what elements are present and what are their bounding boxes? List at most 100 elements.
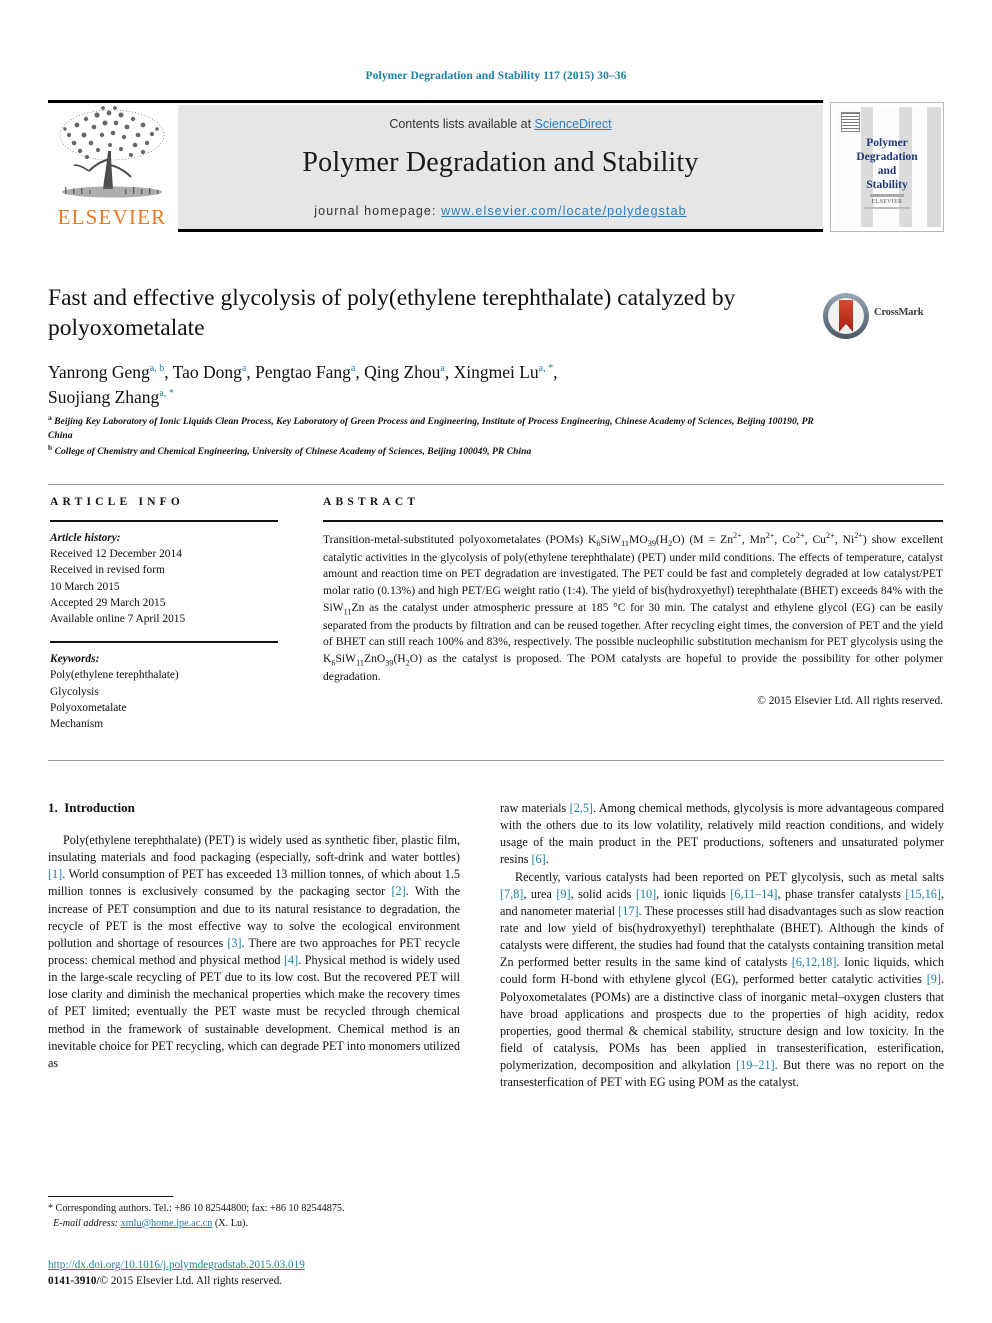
title-area: Fast and effective glycolysis of poly(et… <box>48 283 808 410</box>
footnote-email-link[interactable]: xmlu@home.ipe.ac.cn <box>121 1218 213 1229</box>
article-info-column: ARTICLE INFO Article history: Received 1… <box>50 496 278 732</box>
abstract-column: ABSTRACT Transition-metal-substituted po… <box>323 496 943 707</box>
affiliation-mark: b <box>48 443 53 452</box>
journal-homepage-line: journal homepage: www.elsevier.com/locat… <box>178 204 823 218</box>
abstract-text: Transition-metal-substituted polyoxometa… <box>323 531 944 683</box>
section-title: Introduction <box>64 800 135 815</box>
contents-available-line: Contents lists available at ScienceDirec… <box>178 117 823 131</box>
citation-ref[interactable]: [6] <box>531 852 545 866</box>
citation-ref[interactable]: [9] <box>927 972 941 986</box>
author-list: Yanrong Genga, b, Tao Donga, Pengtao Fan… <box>48 362 558 407</box>
cover-title: Polymer Degradation and Stability <box>835 136 939 192</box>
issn-copyright: © 2015 Elsevier Ltd. All rights reserved… <box>99 1274 283 1287</box>
elsevier-tree-icon <box>59 106 165 198</box>
body-column-left: 1. Introduction Poly(ethylene terephthal… <box>48 800 460 1072</box>
journal-homepage-link[interactable]: www.elsevier.com/locate/polydegstab <box>441 204 687 218</box>
citation-ref[interactable]: [3] <box>227 936 241 950</box>
author-name: Pengtao Fang <box>255 362 351 383</box>
page-title: Fast and effective glycolysis of poly(et… <box>48 285 736 342</box>
citation-ref[interactable]: [6,11–14] <box>730 887 777 901</box>
crossmark-icon[interactable] <box>822 292 870 340</box>
elsevier-wordmark: ELSEVIER <box>57 205 167 229</box>
doi-link[interactable]: http://dx.doi.org/10.1016/j.polymdegrads… <box>48 1259 305 1271</box>
contents-banner: Contents lists available at ScienceDirec… <box>178 105 823 232</box>
info-band-bottom-rule <box>48 760 944 761</box>
abstract-copyright: © 2015 Elsevier Ltd. All rights reserved… <box>757 695 943 708</box>
footnote-corresponding: Corresponding authors. Tel.: +86 10 8254… <box>55 1203 345 1214</box>
article-info-heading: ARTICLE INFO <box>50 496 185 508</box>
footnote-star: * <box>48 1203 53 1214</box>
journal-masthead: ELSEVIER Contents lists available at Sci… <box>48 100 944 232</box>
author-affil-mark: a, * <box>538 363 554 375</box>
history-item: Received in revised form <box>50 564 165 577</box>
citation-ref[interactable]: [19–21] <box>736 1058 775 1072</box>
intro-paragraph-1: Poly(ethylene terephthalate) (PET) is wi… <box>48 833 460 1070</box>
cover-footer-rule <box>870 194 904 197</box>
citation-ref[interactable]: [1] <box>48 867 62 881</box>
citation-ref[interactable]: [4] <box>284 953 298 967</box>
article-info-rule <box>50 520 278 522</box>
issn-copyright-line: 0141-3910/© 2015 Elsevier Ltd. All right… <box>48 1274 548 1290</box>
affiliations: a Beijing Key Laboratory of Ionic Liquid… <box>48 413 838 459</box>
author-name: Tao Dong <box>172 362 242 383</box>
affiliation-text: College of Chemistry and Chemical Engine… <box>54 446 532 458</box>
info-band-top-rule <box>48 484 944 485</box>
keyword-item: Glycolysis <box>50 685 99 698</box>
body-column-right: raw materials [2,5]. Among chemical meth… <box>500 800 944 1091</box>
cover-title-line: and <box>877 165 897 178</box>
footnote-email-owner: (X. Lu). <box>214 1217 248 1229</box>
keyword-item: Poly(ethylene terephthalate) <box>50 669 179 682</box>
running-head: Polymer Degradation and Stability 117 (2… <box>365 70 627 82</box>
history-item: Received 12 December 2014 <box>50 548 182 561</box>
history-item: 10 March 2015 <box>50 580 120 593</box>
cover-mini-logo-icon <box>841 112 860 132</box>
article-history-label: Article history: <box>50 532 121 544</box>
author-name: Yanrong Geng <box>48 362 150 383</box>
history-item: Accepted 29 March 2015 <box>50 596 166 609</box>
citation-ref[interactable]: [7,8] <box>500 887 523 901</box>
elsevier-logo: ELSEVIER <box>48 105 176 232</box>
article-history: Article history: Received 12 December 20… <box>50 530 278 627</box>
cover-title-line: Polymer <box>866 137 908 149</box>
sciencedirect-link[interactable]: ScienceDirect <box>535 117 612 131</box>
citation-ref[interactable]: [2,5] <box>570 801 593 815</box>
author-name: Suojiang Zhang <box>48 387 160 407</box>
crossmark-badge[interactable]: CrossMark <box>822 292 928 340</box>
doi-footer: http://dx.doi.org/10.1016/j.polymdegrads… <box>48 1258 548 1290</box>
author-affil-mark: a, * <box>159 388 174 400</box>
article-page: Polymer Degradation and Stability 117 (2… <box>0 0 992 1323</box>
cover-footer-text: ELSEVIER <box>871 199 903 205</box>
homepage-label: journal homepage: <box>314 204 442 218</box>
author-affil-mark: a <box>350 363 356 375</box>
keywords-label: Keywords: <box>50 653 100 666</box>
keyword-item: Polyoxometalate <box>50 701 127 714</box>
citation-ref[interactable]: [10] <box>636 887 656 901</box>
journal-cover-thumbnail[interactable]: Polymer Degradation and Stability ELSEVI… <box>830 102 944 232</box>
journal-title: Polymer Degradation and Stability <box>302 147 699 178</box>
abstract-heading: ABSTRACT <box>323 496 420 508</box>
citation-ref[interactable]: [17] <box>618 904 638 918</box>
contents-prefix: Contents lists available at <box>389 117 535 131</box>
affiliation-text: Beijing Key Laboratory of Ionic Liquids … <box>48 416 814 442</box>
section-number: 1. <box>48 800 58 815</box>
author-name: Qing Zhou <box>364 362 441 383</box>
author-name: Xingmei Lu <box>453 362 539 383</box>
cover-footer: ELSEVIER <box>835 194 939 209</box>
issn-prefix: 0141-3910/ <box>48 1274 100 1287</box>
footnote-rule <box>48 1196 173 1197</box>
history-item: Available online 7 April 2015 <box>50 612 186 625</box>
author-affil-mark: a <box>241 363 247 375</box>
author-affil-mark: a, b <box>149 363 165 375</box>
keywords-rule <box>50 641 278 644</box>
cover-title-line: Degradation <box>856 151 918 164</box>
affiliation-item: b College of Chemistry and Chemical Engi… <box>48 443 838 459</box>
intro-paragraph-3: Recently, various catalysts had been rep… <box>500 869 944 1090</box>
citation-ref[interactable]: [2] <box>391 884 405 898</box>
citation-ref[interactable]: [6,12,18] <box>792 955 837 969</box>
citation-ref[interactable]: [9] <box>556 887 570 901</box>
footnote-email-label: E-mail address: <box>53 1217 119 1229</box>
citation-ref[interactable]: [15,16] <box>905 887 941 901</box>
author-affil-mark: a <box>440 363 445 375</box>
cover-title-line: Stability <box>866 179 908 192</box>
section-heading-introduction: 1. Introduction <box>48 800 460 816</box>
